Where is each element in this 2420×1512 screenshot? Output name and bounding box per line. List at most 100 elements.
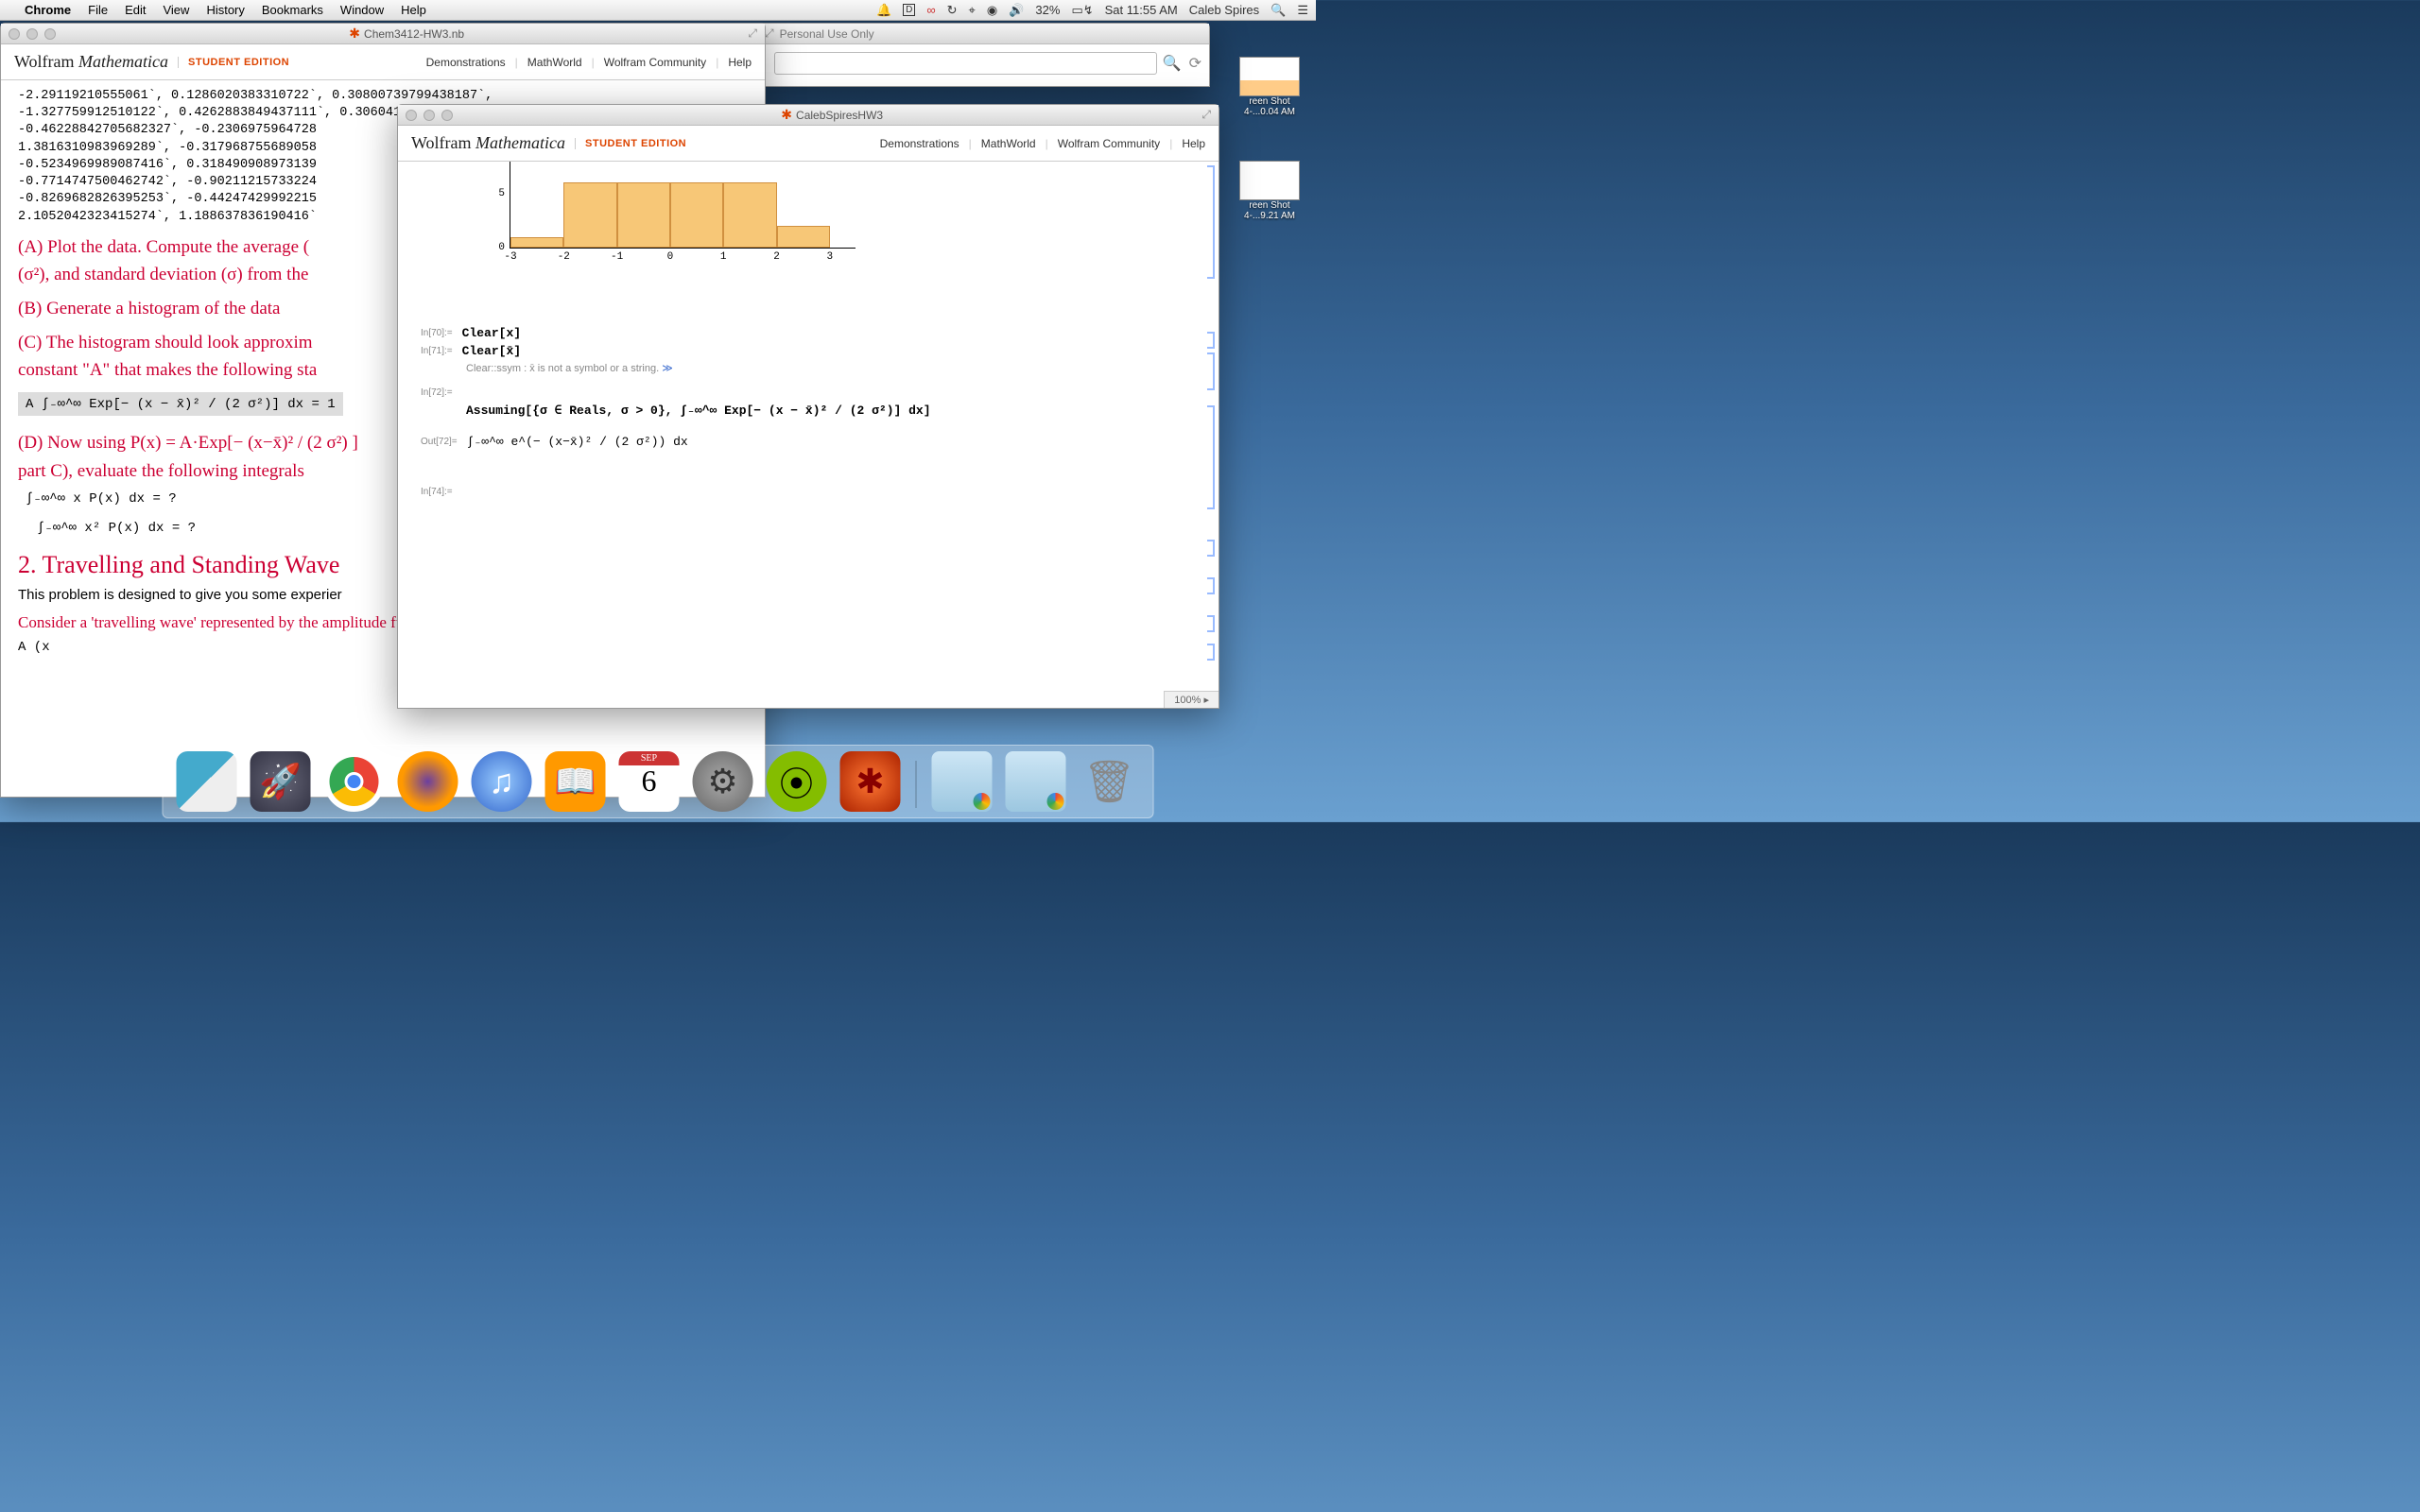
link-help[interactable]: Help <box>728 56 752 69</box>
desktop-screenshot-2[interactable]: reen Shot 4-...9.21 AM <box>1236 161 1303 221</box>
menu-edit[interactable]: Edit <box>125 3 146 17</box>
menu-help[interactable]: Help <box>401 3 426 17</box>
zoom-control[interactable]: 100% ▸ <box>1164 691 1219 708</box>
window-title: Personal Use Only <box>780 27 874 41</box>
data-line: -2.29119210555061`, 0.1286020383310722`,… <box>18 88 748 105</box>
x-tick: 1 <box>720 251 727 263</box>
clock[interactable]: Sat 11:55 AM <box>1105 3 1178 17</box>
search-window: ⤢ Personal Use Only 🔍 ⟳ <box>756 23 1210 87</box>
histogram-bar <box>563 182 616 248</box>
traffic-lights[interactable] <box>9 28 56 40</box>
timemachine-icon[interactable]: ↻ <box>947 3 958 18</box>
link-community[interactable]: Wolfram Community <box>1058 137 1160 150</box>
x-tick: 3 <box>827 251 834 263</box>
dock-calendar[interactable]: SEP6 <box>619 751 680 812</box>
cell-in-label: In[72]:= <box>421 387 453 398</box>
histogram-bar <box>777 226 830 248</box>
cell-bracket[interactable] <box>1207 332 1215 349</box>
cell-bracket[interactable] <box>1207 405 1215 509</box>
menu-file[interactable]: File <box>88 3 108 17</box>
notebook-content[interactable]: -3-2-1012350 In[70]:=Clear[x] In[71]:=Cl… <box>398 162 1219 708</box>
link-demonstrations[interactable]: Demonstrations <box>880 137 959 150</box>
cell-code[interactable]: Clear[x̄] <box>462 344 521 358</box>
cell-bracket[interactable] <box>1207 352 1215 390</box>
traffic-lights[interactable] <box>406 110 453 121</box>
dock-ibooks[interactable]: 📖 <box>545 751 606 812</box>
status-icon-d[interactable]: D <box>903 4 915 16</box>
link-demonstrations[interactable]: Demonstrations <box>426 56 506 69</box>
histogram-bar <box>617 182 670 248</box>
dock-folder-1[interactable] <box>932 751 993 812</box>
x-tick: 2 <box>773 251 780 263</box>
bluetooth-icon[interactable]: ⌖ <box>969 3 976 18</box>
dock-itunes[interactable]: ♫ <box>472 751 532 812</box>
error-more-link[interactable]: ≫ <box>662 363 673 374</box>
dock-folder-2[interactable] <box>1006 751 1066 812</box>
menu-history[interactable]: History <box>206 3 244 17</box>
cell-in-label: In[70]:= <box>421 328 453 338</box>
cell-out-label: Out[72]= <box>421 437 458 447</box>
dock-divider <box>916 761 917 808</box>
histogram-chart: -3-2-1012350 <box>458 162 856 266</box>
dock-spotify[interactable]: ⦿ <box>767 751 827 812</box>
wolfram-logo: Wolfram Wolfram MathematicaMathematica <box>14 52 168 72</box>
expand-icon[interactable]: ⤢ <box>748 26 757 41</box>
dock-finder[interactable] <box>177 751 237 812</box>
x-tick: 0 <box>667 251 674 263</box>
histogram-bar <box>723 182 776 248</box>
cell-code[interactable]: Assuming[{σ ∈ Reals, σ > 0}, ∫₋∞^∞ Exp[−… <box>466 404 1196 418</box>
menubar: Chrome File Edit View History Bookmarks … <box>0 0 1316 21</box>
dock-chrome[interactable] <box>324 751 385 812</box>
user-menu[interactable]: Caleb Spires <box>1189 3 1259 17</box>
menu-window[interactable]: Window <box>340 3 384 17</box>
volume-icon[interactable]: 🔊 <box>1009 3 1024 18</box>
cell-output: ∫₋∞^∞ e^(− (x−x̄)² / (2 σ²)) dx <box>467 435 688 449</box>
dock-launchpad[interactable]: 🚀 <box>251 751 311 812</box>
dock-trash[interactable]: 🗑 <box>1080 751 1140 812</box>
dock-settings[interactable]: ⚙ <box>693 751 753 812</box>
search-icon[interactable]: 🔍 <box>1163 54 1182 73</box>
dock-mathematica[interactable]: ✱ <box>840 751 901 812</box>
cell-bracket[interactable] <box>1207 577 1215 594</box>
notification-icon[interactable]: 🔔 <box>876 3 891 18</box>
notification-center-icon[interactable]: ☰ <box>1297 3 1308 18</box>
window-title: CalebSpiresHW3 <box>796 109 883 122</box>
mathematica-icon: ✱ <box>781 107 792 123</box>
student-edition-label: STUDENT EDITION <box>178 57 289 68</box>
desktop-screenshot-1[interactable]: reen Shot 4-...0.04 AM <box>1236 57 1303 117</box>
student-edition-label: STUDENT EDITION <box>575 138 686 149</box>
expand-icon[interactable]: ⤢ <box>765 26 774 41</box>
refresh-icon[interactable]: ⟳ <box>1189 54 1201 73</box>
cell-bracket[interactable] <box>1207 165 1215 279</box>
app-menu[interactable]: Chrome <box>25 3 71 17</box>
window-title: Chem3412-HW3.nb <box>364 27 464 41</box>
wifi-icon[interactable]: ◉ <box>987 3 997 18</box>
expand-icon[interactable]: ⤢ <box>1201 108 1211 122</box>
spotlight-icon[interactable]: 🔍 <box>1270 3 1286 18</box>
wolfram-logo: Wolfram Mathematica <box>411 133 565 153</box>
x-tick: -1 <box>611 251 623 263</box>
dock: 🚀 ♫ 📖 SEP6 ⚙ ⦿ ✱ 🗑 <box>163 745 1154 818</box>
menu-bookmarks[interactable]: Bookmarks <box>262 3 323 17</box>
link-mathworld[interactable]: MathWorld <box>527 56 582 69</box>
search-input[interactable] <box>774 52 1157 75</box>
link-community[interactable]: Wolfram Community <box>604 56 706 69</box>
y-tick: 0 <box>498 242 510 253</box>
formula-a: A ∫₋∞^∞ Exp[− (x − x̄)² / (2 σ²)] dx = 1 <box>18 392 343 416</box>
cell-bracket[interactable] <box>1207 540 1215 557</box>
mathematica-icon: ✱ <box>349 26 360 42</box>
battery-text[interactable]: 32% <box>1035 3 1060 17</box>
x-tick: -2 <box>558 251 570 263</box>
dock-firefox[interactable] <box>398 751 458 812</box>
cell-code[interactable]: Clear[x] <box>462 326 521 340</box>
y-tick: 5 <box>498 188 510 199</box>
infinity-icon[interactable]: ∞ <box>926 3 935 17</box>
battery-icon[interactable]: ▭↯ <box>1071 3 1093 18</box>
link-help[interactable]: Help <box>1182 137 1205 150</box>
cell-bracket[interactable] <box>1207 644 1215 661</box>
menu-view[interactable]: View <box>163 3 189 17</box>
cell-bracket[interactable] <box>1207 615 1215 632</box>
link-mathworld[interactable]: MathWorld <box>981 137 1036 150</box>
mathematica-header: Wolfram Mathematica STUDENT EDITION Demo… <box>398 126 1219 162</box>
cell-in-label: In[74]:= <box>421 487 453 497</box>
